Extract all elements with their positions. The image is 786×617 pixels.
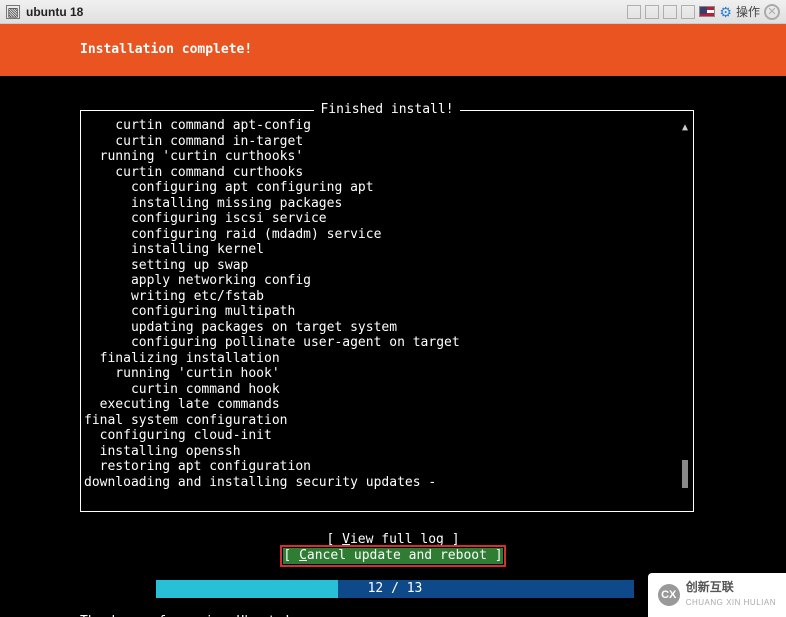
install-header: Installation complete! [0, 24, 786, 76]
screen-mode-icon-3[interactable] [663, 5, 677, 19]
log-line: curtin command hook [84, 382, 680, 398]
log-line: curtin command in-target [84, 134, 680, 150]
log-line: installing kernel [84, 242, 680, 258]
scrollbar-thumb[interactable] [682, 460, 688, 488]
log-line: curtin command apt-config [84, 118, 680, 134]
log-line: configuring cloud-init [84, 428, 680, 444]
log-output: curtin command apt-config curtin command… [84, 118, 680, 506]
close-icon[interactable]: ✕ [764, 4, 780, 20]
log-line: apply networking config [84, 273, 680, 289]
vm-window: ▧ ubuntu 18 ⚙ 操作 ✕ Installation complete… [0, 0, 786, 617]
log-box-title: Finished install! [314, 102, 459, 118]
log-line: configuring multipath [84, 304, 680, 320]
log-line: restoring apt configuration [84, 459, 680, 475]
log-line: running 'curtin hook' [84, 366, 680, 382]
log-line: installing openssh [84, 444, 680, 460]
buttons-area: [ View full log ] [ Cancel update and re… [0, 532, 786, 564]
log-line: final system configuration [84, 413, 680, 429]
gear-icon[interactable]: ⚙ [719, 5, 732, 19]
log-box: Finished install! ▲ curtin command apt-c… [80, 102, 694, 512]
log-line: finalizing installation [84, 351, 680, 367]
log-line: running 'curtin curthooks' [84, 149, 680, 165]
watermark: CX 创新互联 CHUANG XIN HULIAN [648, 573, 786, 617]
console: Installation complete! Finished install!… [0, 24, 786, 617]
watermark-logo-icon: CX [658, 584, 680, 606]
progress-text: 12 / 13 [368, 581, 423, 597]
log-line: executing late commands [84, 397, 680, 413]
progress-fill [156, 580, 338, 598]
log-line: configuring pollinate user-agent on targ… [84, 335, 680, 351]
view-full-log-button[interactable]: [ View full log ] [326, 532, 459, 548]
log-line: installing missing packages [84, 196, 680, 212]
log-line: downloading and installing security upda… [84, 475, 680, 491]
log-line: configuring apt configuring apt [84, 180, 680, 196]
watermark-sub: CHUANG XIN HULIAN [686, 595, 776, 611]
screen-mode-icon-4[interactable] [681, 5, 695, 19]
progress-bar: 12 / 13 [156, 580, 634, 598]
vm-controls: ⚙ 操作 ✕ [627, 3, 780, 20]
vm-title: ubuntu 18 [26, 5, 627, 19]
vm-icon: ▧ [6, 5, 20, 19]
watermark-text: 创新互联 [686, 580, 734, 594]
action-menu[interactable]: 操作 [736, 3, 760, 20]
install-header-text: Installation complete! [80, 42, 252, 58]
log-box-title-row: Finished install! [80, 102, 694, 118]
scrollbar-up-icon[interactable]: ▲ [682, 120, 688, 136]
screen-mode-icon-1[interactable] [627, 5, 641, 19]
log-line: updating packages on target system [84, 320, 680, 336]
log-line: configuring raid (mdadm) service [84, 227, 680, 243]
cancel-update-and-reboot-button[interactable]: [ Cancel update and reboot ] [283, 548, 502, 564]
vm-titlebar: ▧ ubuntu 18 ⚙ 操作 ✕ [0, 0, 786, 24]
keyboard-layout-flag-icon[interactable] [699, 6, 715, 17]
log-line: writing etc/fstab [84, 289, 680, 305]
log-line: setting up swap [84, 258, 680, 274]
log-line: curtin command curthooks [84, 165, 680, 181]
log-line: configuring iscsi service [84, 211, 680, 227]
screen-mode-icon-2[interactable] [645, 5, 659, 19]
